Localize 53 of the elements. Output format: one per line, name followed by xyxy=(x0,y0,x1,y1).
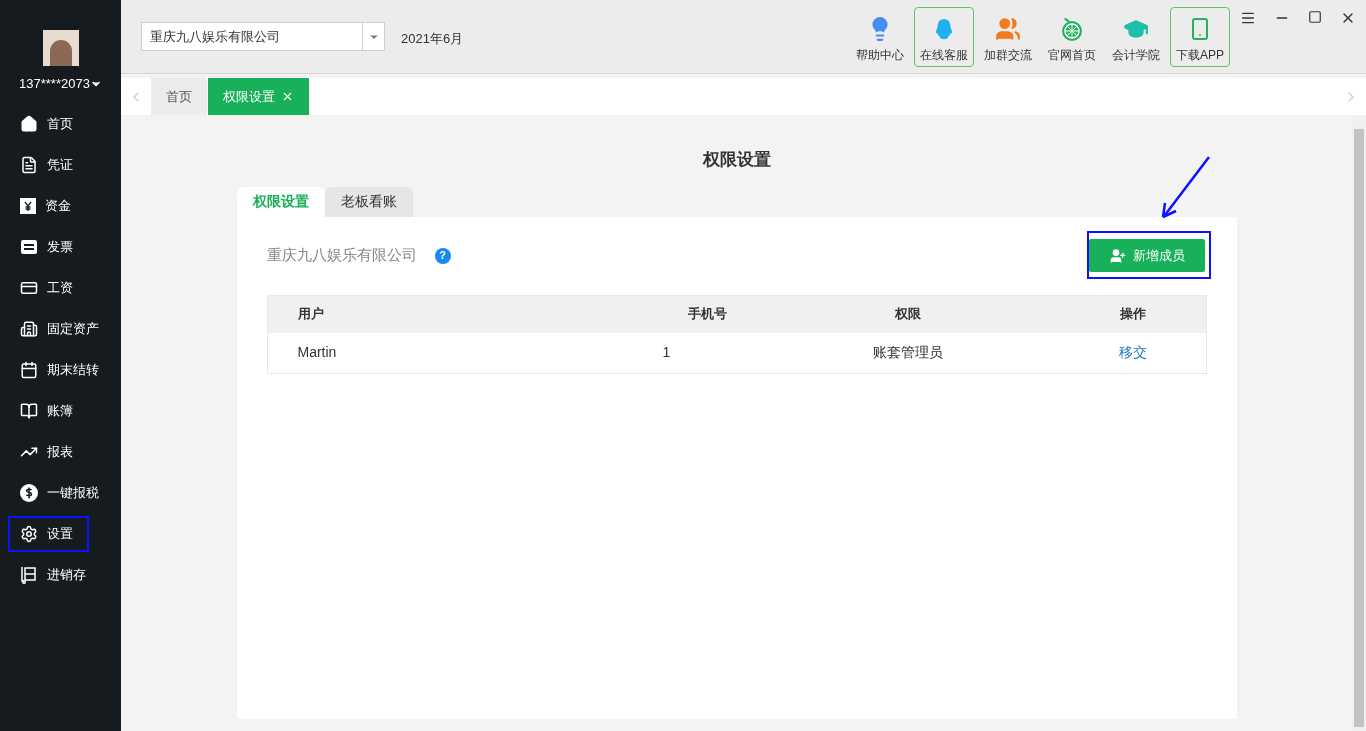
building-icon xyxy=(20,320,38,338)
sidebar-item[interactable]: 报表 xyxy=(8,434,89,470)
sidebar-item[interactable]: 凭证 xyxy=(8,147,89,183)
sidebar-item[interactable]: 发票 xyxy=(8,229,89,265)
column-header: 用户 xyxy=(296,305,325,324)
toolbar-link[interactable]: 会计学院 xyxy=(1106,7,1166,67)
close-tab-icon[interactable] xyxy=(281,90,294,103)
add-user-icon xyxy=(1108,247,1127,264)
sidebar-item[interactable]: 工资 xyxy=(8,270,89,306)
yen-icon xyxy=(20,198,36,214)
group-icon xyxy=(994,16,1022,42)
sidebar-item[interactable]: 设置 xyxy=(8,516,89,552)
book-icon xyxy=(20,402,38,420)
toolbar-link[interactable]: 在线客服 xyxy=(914,7,974,67)
dollar-icon xyxy=(20,484,38,502)
toolbar-link[interactable]: 加群交流 xyxy=(978,7,1038,67)
sidebar-item[interactable]: 账簿 xyxy=(8,393,89,429)
avatar[interactable] xyxy=(42,30,79,66)
transfer-link[interactable]: 移交 xyxy=(1118,344,1147,360)
column-header: 手机号 xyxy=(687,305,728,324)
menu-icon[interactable] xyxy=(1240,10,1256,26)
sidebar-item[interactable]: 一键报税 xyxy=(8,475,115,511)
card-icon xyxy=(20,279,38,297)
document-icon xyxy=(20,156,38,174)
account-menu[interactable]: 137****2073 xyxy=(19,74,102,94)
settings-icon xyxy=(20,525,38,543)
invoice-icon xyxy=(20,238,38,256)
home-icon xyxy=(20,115,38,133)
calendar-icon xyxy=(20,361,38,379)
column-header: 操作 xyxy=(1118,305,1147,324)
company-heading: 重庆九八娱乐有限公司 xyxy=(266,245,417,266)
toolbar-link[interactable]: 帮助中心 xyxy=(850,7,910,67)
page-title: 权限设置 xyxy=(702,149,771,171)
maximize-icon[interactable] xyxy=(1308,10,1322,24)
column-header: 权限 xyxy=(893,305,922,324)
company-select[interactable]: 重庆九八娱乐有限公司 xyxy=(141,22,385,51)
table-cell-text: Martin xyxy=(296,343,338,362)
table-cell-text: 1 xyxy=(661,343,672,362)
sidebar-item[interactable]: 固定资产 xyxy=(8,311,115,347)
help-icon[interactable]: ? xyxy=(434,247,451,264)
toolbar-link[interactable]: 官网首页 xyxy=(1042,7,1102,67)
sidebar-item[interactable]: 首页 xyxy=(8,106,89,142)
sidebar-item[interactable]: 资金 xyxy=(8,188,87,224)
company-name: 重庆九八娱乐有限公司 xyxy=(149,27,281,46)
content-tab[interactable]: 老板看账 xyxy=(324,186,413,217)
table-cell-text: 账套管理员 xyxy=(871,343,944,362)
sidebar-item[interactable]: 期末结转 xyxy=(8,352,115,388)
sidebar-item[interactable]: 进销存 xyxy=(8,557,102,593)
toolbar-link[interactable]: 下载APP xyxy=(1170,7,1230,67)
period-label: 2021年6月 xyxy=(401,30,464,48)
page-tab[interactable]: 首页 xyxy=(151,78,207,115)
lemon-icon xyxy=(1059,16,1085,42)
penguin-icon xyxy=(933,18,955,42)
